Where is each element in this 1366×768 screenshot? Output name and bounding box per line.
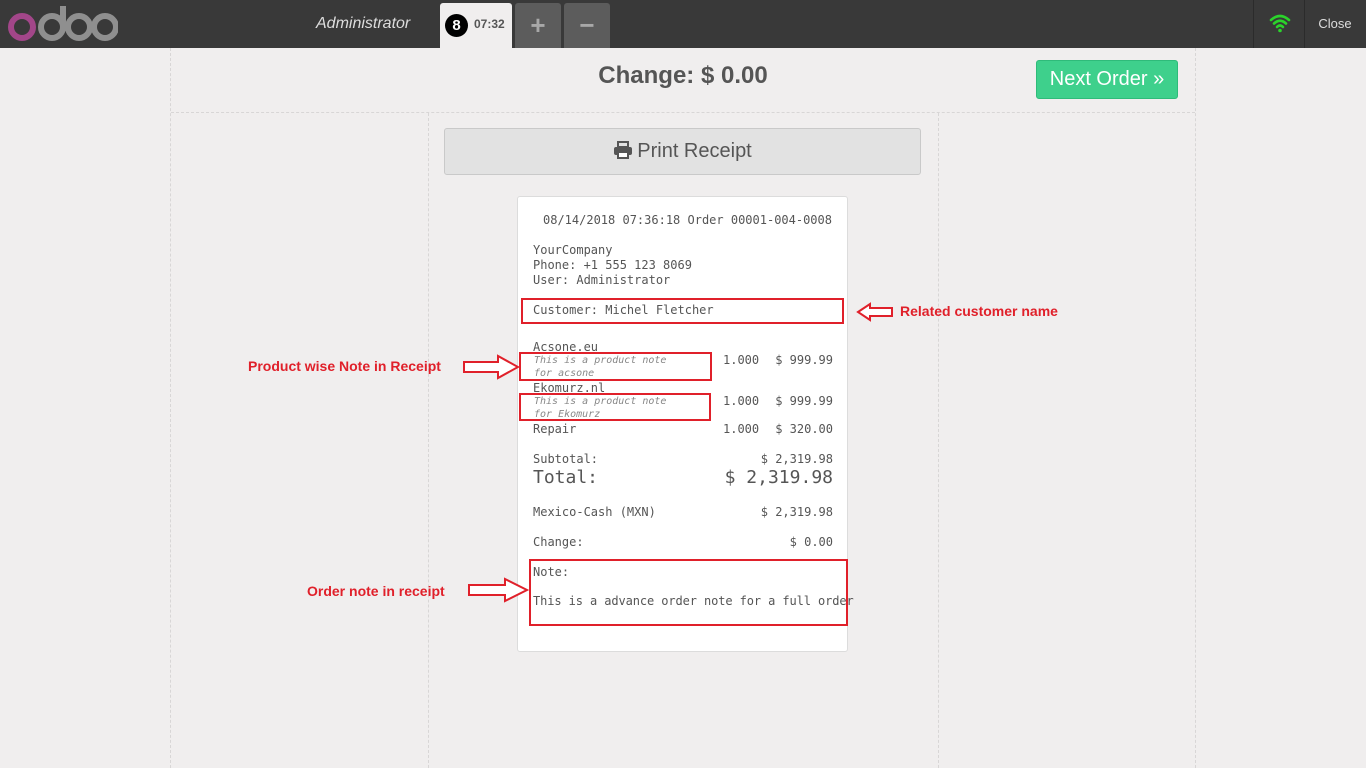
receipt-header-line: 08/14/2018 07:36:18 Order 00001-004-0008 <box>543 213 832 227</box>
remove-order-button[interactable]: − <box>564 3 610 48</box>
order-tab[interactable]: 8 07:32 <box>440 3 512 48</box>
divider <box>170 48 171 768</box>
change-title: Change: $ 0.00 <box>598 62 768 89</box>
order-time: 07:32 <box>474 17 505 31</box>
printer-icon <box>614 141 633 159</box>
divider <box>938 113 939 768</box>
connection-status[interactable] <box>1253 0 1305 48</box>
total-value: $ 2,319.98 <box>724 467 833 488</box>
company-name: YourCompany <box>533 243 613 257</box>
line-qty: 1.000 <box>723 394 760 408</box>
subtotal-value: $ 2,319.98 <box>760 452 833 466</box>
product-note-highlight-box <box>519 393 711 421</box>
annotation-product-note: Product wise Note in Receipt <box>248 358 441 374</box>
line-qty: 1.000 <box>723 353 760 367</box>
arrow-right-icon <box>463 354 520 380</box>
line-price: $ 999.99 <box>775 394 833 408</box>
order-number-badge: 8 <box>445 14 468 37</box>
line-price: $ 999.99 <box>775 353 833 367</box>
change-value: $ 0.00 <box>789 535 833 549</box>
company-phone: Phone: +1 555 123 8069 <box>533 258 692 272</box>
arrow-left-icon <box>856 302 893 322</box>
line-price: $ 320.00 <box>775 422 833 436</box>
order-note-highlight-box <box>529 559 848 626</box>
annotation-customer: Related customer name <box>900 303 1058 319</box>
top-bar: Administrator 8 07:32 + − Close <box>0 0 1366 48</box>
receipt-user: User: Administrator <box>533 273 671 287</box>
annotation-order-note: Order note in receipt <box>307 583 445 599</box>
change-label: Change: <box>533 535 584 549</box>
wifi-icon <box>1269 14 1291 33</box>
next-order-button[interactable]: Next Order » <box>1036 60 1178 99</box>
line-qty: 1.000 <box>723 422 760 436</box>
customer-highlight-box <box>521 298 844 324</box>
divider <box>1195 48 1196 768</box>
odoo-logo <box>8 6 118 41</box>
print-receipt-label: Print Receipt <box>637 140 752 162</box>
payment-method: Mexico-Cash (MXN) <box>533 505 656 519</box>
line-product: Repair <box>533 422 577 436</box>
total-label: Total: <box>533 467 599 488</box>
payment-amount: $ 2,319.98 <box>760 505 833 519</box>
product-note-highlight-box <box>519 352 712 381</box>
cashier-name[interactable]: Administrator <box>316 15 410 33</box>
divider <box>171 112 1195 113</box>
divider <box>428 113 429 768</box>
subtotal-label: Subtotal: <box>533 452 599 466</box>
add-order-button[interactable]: + <box>515 3 561 48</box>
arrow-right-icon <box>468 577 529 603</box>
close-button[interactable]: Close <box>1304 0 1366 48</box>
print-receipt-button[interactable]: Print Receipt <box>444 128 921 175</box>
